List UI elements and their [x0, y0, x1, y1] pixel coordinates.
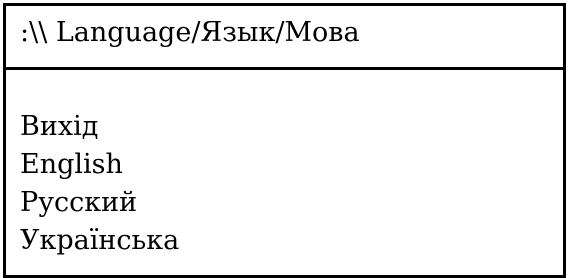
- menu-item-english[interactable]: English: [20, 146, 179, 184]
- dialog-title: :\\ Language/Язык/Мова: [20, 17, 360, 48]
- menu-item-russian[interactable]: Русский: [20, 184, 179, 222]
- menu-item-exit[interactable]: Вихід: [20, 108, 179, 146]
- language-menu: Вихід English Русский Українська: [20, 108, 179, 260]
- menu-item-ukrainian[interactable]: Українська: [20, 222, 179, 260]
- language-dialog: :\\ Language/Язык/Мова Вихід English Рус…: [3, 3, 566, 278]
- dialog-header: :\\ Language/Язык/Мова: [6, 6, 563, 70]
